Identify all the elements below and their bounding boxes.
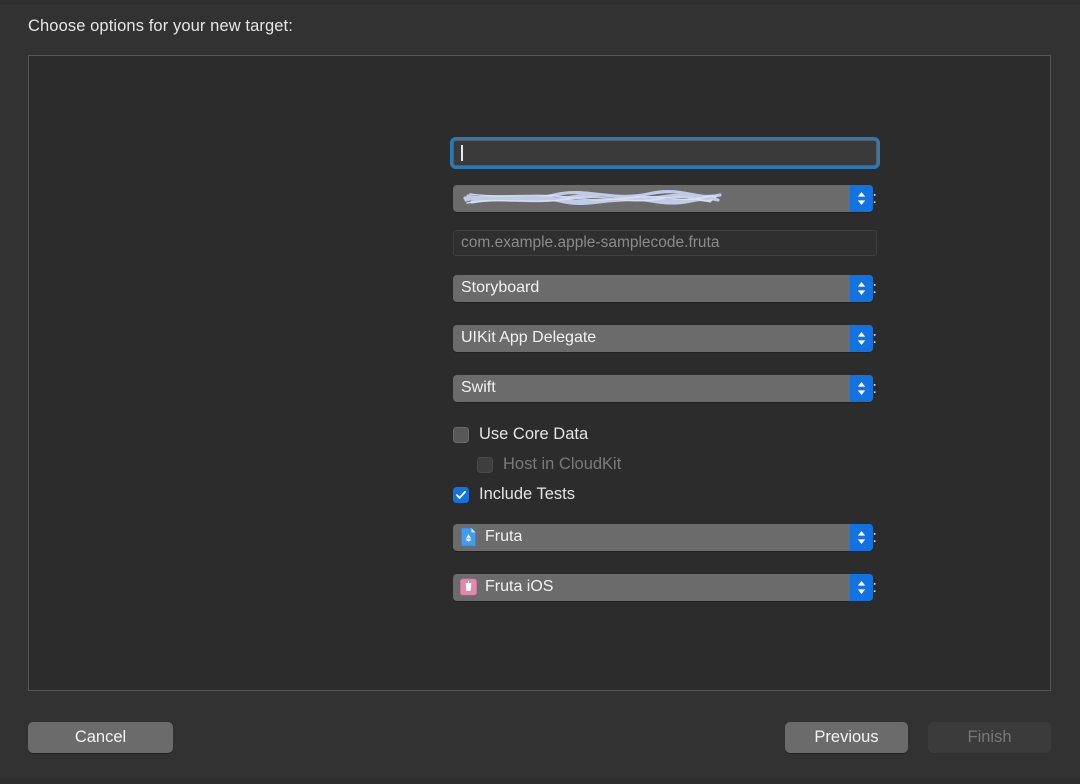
field-row-life-cycle: Life Cycle: UIKit App Delegate	[29, 323, 877, 353]
page-title: Choose options for your new target:	[28, 17, 293, 36]
embed-in-application-select[interactable]: Fruta iOS	[453, 574, 873, 601]
interface-select[interactable]: Storyboard	[453, 275, 873, 302]
cancel-button-label: Cancel	[75, 728, 126, 747]
life-cycle-value: UIKit App Delegate	[461, 329, 596, 347]
options-panel: Product Name: Team:	[28, 55, 1051, 691]
language-value: Swift	[461, 379, 496, 397]
chevron-updown-icon	[850, 275, 873, 302]
field-row-interface: Interface: Storyboard	[29, 273, 877, 303]
embed-in-application-value: Fruta iOS	[485, 578, 553, 596]
chevron-updown-icon	[850, 524, 873, 551]
field-row-team: Team:	[29, 183, 877, 213]
previous-button[interactable]: Previous	[785, 722, 908, 753]
checkmark-icon	[453, 487, 469, 503]
field-row-organization-identifier: Organization Identifier: com.example.app…	[29, 228, 877, 258]
field-row-embed-in-application: Embed in Application: Fruta iOS	[29, 572, 877, 602]
include-tests-checkbox[interactable]: Include Tests	[453, 485, 575, 504]
product-name-input[interactable]	[453, 140, 877, 166]
window-bottom-edge	[0, 778, 1080, 784]
host-in-cloudkit-label: Host in CloudKit	[503, 455, 621, 474]
interface-value: Storyboard	[461, 279, 539, 297]
project-value: Fruta	[485, 528, 522, 546]
finish-button-label: Finish	[967, 728, 1011, 747]
chevron-updown-icon	[850, 375, 873, 402]
xcode-project-document-icon	[460, 527, 477, 547]
field-row-language: Language: Swift	[29, 373, 877, 403]
team-select[interactable]	[453, 185, 873, 212]
language-select[interactable]: Swift	[453, 375, 873, 402]
project-select[interactable]: Fruta	[453, 524, 873, 551]
redacted-team-value	[462, 189, 724, 207]
fruta-app-icon	[460, 577, 477, 597]
chevron-updown-icon	[850, 574, 873, 601]
chevron-updown-icon	[850, 185, 873, 212]
new-target-options-dialog: Choose options for your new target: Prod…	[0, 0, 1080, 784]
organization-identifier-value: com.example.apple-samplecode.fruta	[461, 234, 719, 252]
use-core-data-checkbox[interactable]: Use Core Data	[453, 425, 588, 444]
text-caret	[461, 145, 463, 161]
organization-identifier-input: com.example.apple-samplecode.fruta	[453, 230, 877, 256]
previous-button-label: Previous	[814, 728, 878, 747]
checkbox-box-icon	[453, 427, 469, 443]
chevron-updown-icon	[850, 325, 873, 352]
host-in-cloudkit-checkbox: Host in CloudKit	[477, 455, 621, 474]
cancel-button[interactable]: Cancel	[28, 722, 173, 753]
finish-button: Finish	[928, 722, 1051, 753]
include-tests-label: Include Tests	[479, 485, 575, 504]
checkbox-box-icon	[477, 457, 493, 473]
field-row-project: Project: Fruta	[29, 522, 877, 552]
use-core-data-label: Use Core Data	[479, 425, 588, 444]
life-cycle-select[interactable]: UIKit App Delegate	[453, 325, 873, 352]
window-titlebar	[0, 0, 1080, 5]
field-row-product-name: Product Name:	[29, 138, 877, 168]
